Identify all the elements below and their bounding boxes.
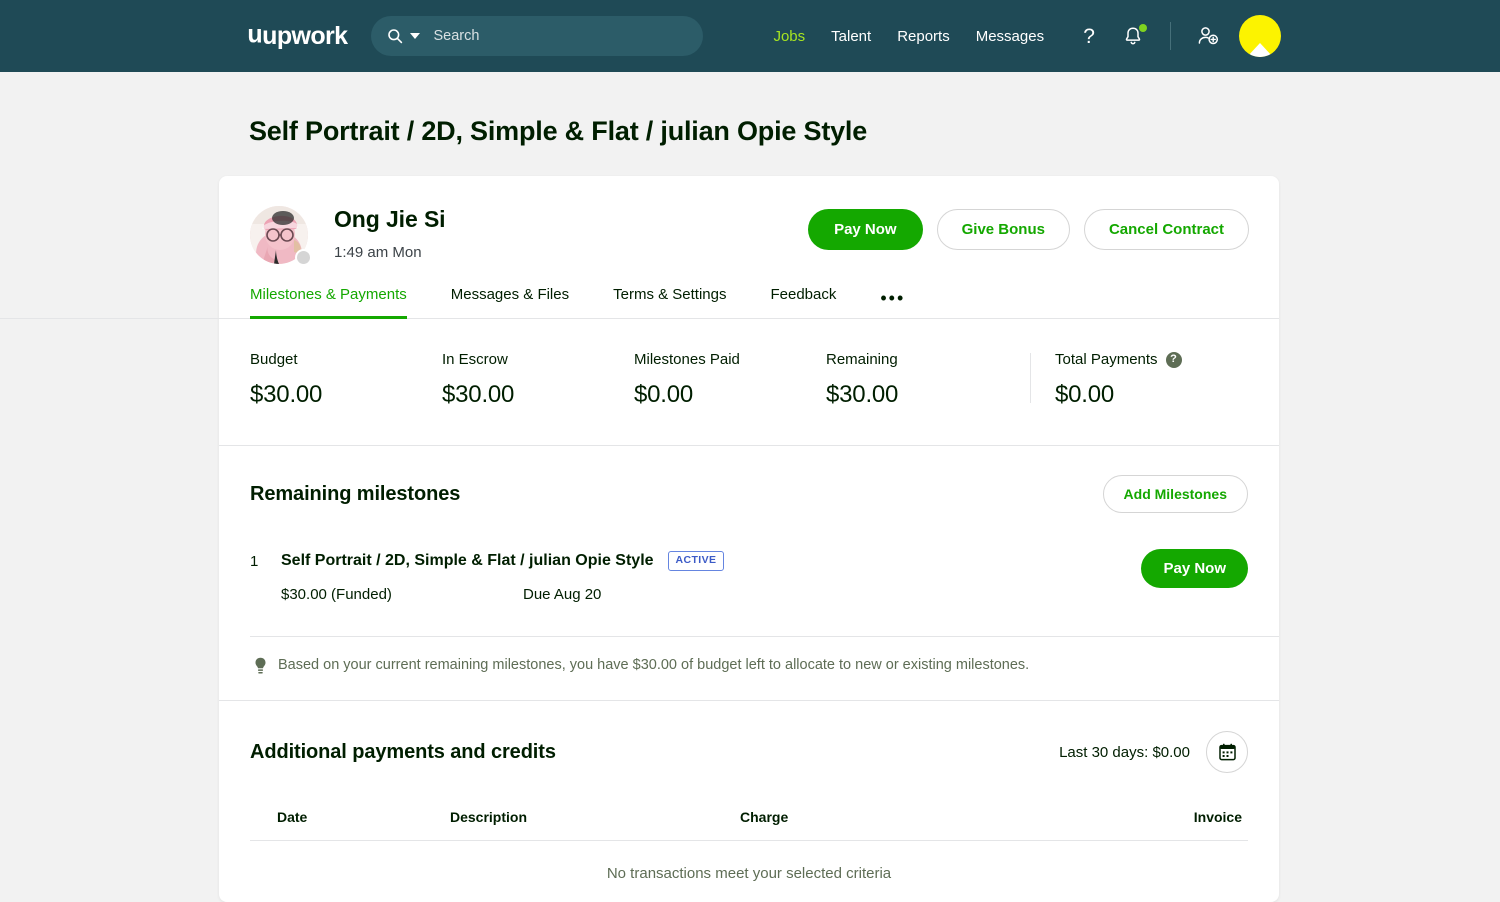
remaining-milestones-header: Remaining milestones Add Milestones (250, 475, 1248, 513)
notification-badge-dot (1139, 24, 1148, 32)
tabs-overflow-menu-icon[interactable]: ••• (880, 288, 905, 319)
give-bonus-button[interactable]: Give Bonus (936, 209, 1070, 250)
additional-payments-section: Additional payments and credits Last 30 … (219, 701, 1279, 902)
logo-text: upwork (262, 21, 348, 50)
additional-payments-title: Additional payments and credits (250, 740, 556, 763)
milestone-row: 1 Self Portrait / 2D, Simple & Flat / ju… (250, 513, 1248, 603)
freelancer-local-time: 1:49 am Mon (334, 244, 422, 261)
stat-in-escrow-value: $30.00 (442, 381, 515, 408)
contract-summary-stats: Budget $30.00 In Escrow $30.00 Milestone… (219, 319, 1279, 446)
nav-divider (1170, 22, 1172, 50)
lightbulb-icon (255, 657, 266, 674)
milestone-amount: $30.00 (Funded) (281, 585, 392, 603)
search-category-caret-icon[interactable] (410, 33, 421, 39)
search-placeholder-text: Search (433, 28, 480, 44)
add-milestones-button[interactable]: Add Milestones (1102, 475, 1248, 513)
primary-nav-links: Jobs Talent Reports Messages (773, 28, 1044, 45)
freelancer-meta: Ong Jie Si 1:49 am Mon (334, 204, 446, 261)
page-title: Self Portrait / 2D, Simple & Flat / juli… (249, 116, 868, 146)
stat-in-escrow: In Escrow $30.00 (442, 351, 634, 409)
stat-remaining-value: $30.00 (826, 381, 899, 408)
milestone-index: 1 (250, 553, 259, 570)
stat-budget-label: Budget (250, 351, 298, 368)
remaining-milestones-section: Remaining milestones Add Milestones 1 Se… (219, 446, 1279, 603)
transactions-table-header: Date Description Charge Invoice (250, 809, 1248, 842)
transactions-table: Date Description Charge Invoice No trans… (250, 809, 1248, 902)
milestone-details: Self Portrait / 2D, Simple & Flat / juli… (281, 551, 1141, 603)
tab-messages-and-files[interactable]: Messages & Files (451, 286, 569, 319)
additional-payments-controls: Last 30 days: $0.00 (1059, 731, 1248, 774)
stat-remaining-label: Remaining (826, 351, 898, 368)
avatar[interactable] (1239, 15, 1282, 57)
milestone-status-badge: ACTIVE (667, 551, 725, 571)
contract-action-buttons: Pay Now Give Bonus Cancel Contract (808, 204, 1249, 250)
stat-milestones-paid: Milestones Paid $0.00 (634, 351, 826, 409)
stat-total-payments-label-text: Total Payments (1055, 351, 1158, 368)
freelancer-avatar-wrap[interactable] (250, 206, 312, 266)
stat-remaining: Remaining $30.00 (826, 351, 1018, 409)
question-mark-icon: ? (1083, 24, 1095, 48)
notifications-button[interactable] (1120, 23, 1148, 49)
stat-budget-value: $30.00 (250, 381, 323, 408)
freelancer-name: Ong Jie Si (334, 206, 446, 232)
avatar-shape (1247, 43, 1274, 57)
search-input[interactable]: Search (371, 16, 704, 56)
last-30-days-total: Last 30 days: $0.00 (1059, 743, 1190, 761)
column-header-description: Description (450, 809, 528, 826)
milestone-due-date: Due Aug 20 (523, 585, 602, 603)
nav-link-jobs[interactable]: Jobs (773, 28, 805, 45)
cancel-contract-button[interactable]: Cancel Contract (1083, 209, 1249, 250)
milestone-title: Self Portrait / 2D, Simple & Flat / juli… (281, 551, 654, 569)
contract-card: Ong Jie Si 1:49 am Mon Pay Now Give Bonu… (0, 176, 1279, 902)
column-header-invoice: Invoice (1193, 809, 1242, 826)
nav-link-messages[interactable]: Messages (976, 28, 1044, 45)
stat-total-payments-value: $0.00 (1055, 381, 1115, 408)
budget-tip: Based on your current remaining mileston… (219, 637, 1279, 701)
milestone-title-line: Self Portrait / 2D, Simple & Flat / juli… (281, 551, 1141, 571)
stat-total-payments-label: Total Payments ? (1055, 351, 1222, 368)
tab-terms-and-settings[interactable]: Terms & Settings (613, 286, 726, 319)
nav-icon-group: ? (1076, 15, 1282, 57)
invite-people-button[interactable] (1195, 23, 1221, 49)
tab-milestones-and-payments[interactable]: Milestones & Payments (250, 286, 407, 319)
upwork-logo[interactable]: nupwork (248, 21, 348, 51)
contract-header: Ong Jie Si 1:49 am Mon Pay Now Give Bonu… (219, 176, 1279, 266)
transactions-empty-message: No transactions meet your selected crite… (606, 865, 892, 883)
stat-budget: Budget $30.00 (250, 351, 442, 409)
tab-feedback[interactable]: Feedback (770, 286, 836, 319)
help-circle-icon[interactable]: ? (1165, 351, 1182, 368)
stat-total-payments: Total Payments ? $0.00 (1030, 351, 1222, 409)
milestone-pay-now-button[interactable]: Pay Now (1141, 549, 1248, 588)
calendar-icon (1218, 743, 1236, 761)
stat-in-escrow-label: In Escrow (442, 351, 508, 368)
stat-milestones-paid-value: $0.00 (634, 381, 694, 408)
stat-milestones-paid-label: Milestones Paid (634, 351, 740, 368)
additional-payments-header: Additional payments and credits Last 30 … (250, 731, 1248, 774)
contract-tabs: Milestones & Payments Messages & Files T… (0, 264, 1279, 319)
add-person-icon (1198, 27, 1219, 45)
date-range-picker-button[interactable] (1206, 731, 1248, 774)
nav-link-reports[interactable]: Reports (897, 28, 950, 45)
help-button[interactable]: ? (1076, 23, 1102, 49)
top-navigation-bar: nupwork Search Jobs Talent Reports Messa… (0, 0, 1500, 72)
pay-now-button[interactable]: Pay Now (808, 209, 923, 250)
remaining-milestones-title: Remaining milestones (250, 482, 461, 505)
milestone-subinfo: $30.00 (Funded) Due Aug 20 (281, 586, 1141, 603)
nav-link-talent[interactable]: Talent (831, 28, 871, 45)
search-icon (388, 29, 403, 44)
column-header-charge: Charge (740, 809, 789, 826)
column-header-date: Date (277, 809, 308, 826)
budget-tip-text: Based on your current remaining mileston… (278, 656, 1030, 673)
